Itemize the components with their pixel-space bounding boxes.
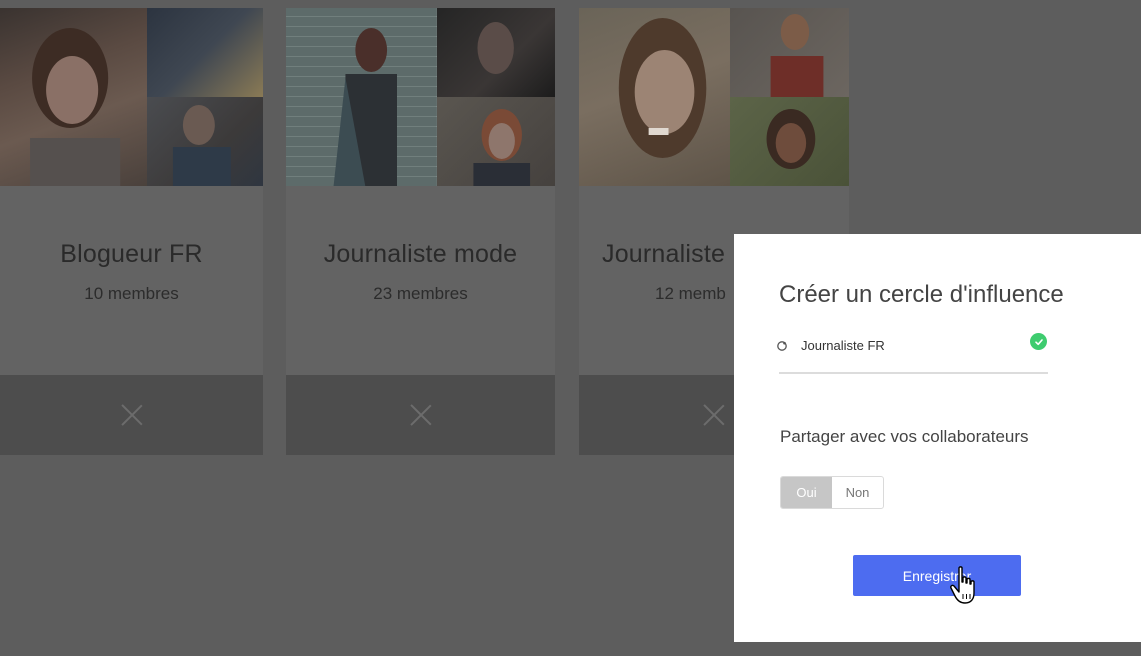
dialog-title: Créer un cercle d'influence [779,281,1064,308]
toggle-option-no[interactable]: Non [832,477,883,508]
card-footer [0,375,263,455]
member-photo [730,8,849,97]
member-photo [436,97,555,186]
circle-card-journaliste-mode[interactable]: Journaliste mode 23 membres [286,8,555,455]
save-button[interactable]: Enregistrer [853,555,1021,596]
tag-icon [776,339,788,357]
member-photo [579,8,731,186]
member-photo [147,8,263,97]
create-circle-dialog: Créer un cercle d'influence Partager ave… [734,234,1141,642]
close-icon[interactable] [409,403,433,427]
card-footer [286,375,555,455]
share-toggle[interactable]: Oui Non [780,476,884,509]
member-photo [436,8,555,97]
member-photo [0,8,148,186]
circle-name-input[interactable] [801,338,1021,353]
close-icon[interactable] [120,403,144,427]
hand-cursor-icon [950,566,980,613]
card-member-count: 23 membres [373,284,468,303]
card-member-count: 10 membres [84,284,179,303]
toggle-option-yes[interactable]: Oui [781,477,832,508]
close-icon[interactable] [702,403,726,427]
member-photo [730,97,849,186]
member-photo [286,8,437,186]
card-title: Journaliste mode [323,240,518,268]
circle-card-blogueur[interactable]: Blogueur FR 10 membres [0,8,263,455]
member-photo-collage [579,8,849,186]
circle-name-field[interactable] [776,332,1048,374]
member-photo-collage [0,8,263,186]
check-icon [1030,333,1047,350]
share-label: Partager avec vos collaborateurs [780,427,1029,446]
member-photo [147,97,263,186]
member-photo-collage [286,8,555,186]
card-title: Blogueur FR [60,240,203,268]
